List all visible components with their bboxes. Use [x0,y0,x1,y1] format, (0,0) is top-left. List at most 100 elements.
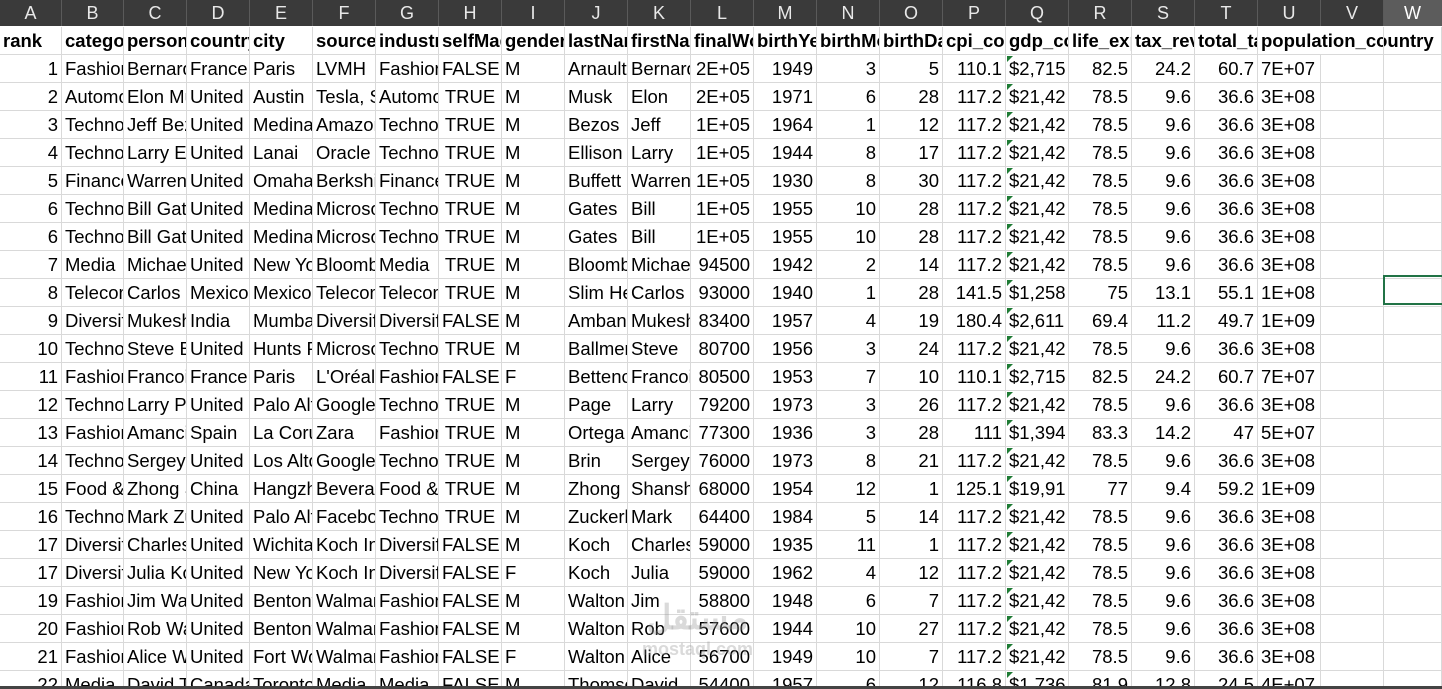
header-cell[interactable] [1384,27,1442,55]
table-cell[interactable]: 58800 [691,587,754,615]
table-cell[interactable]: Medina [250,223,313,251]
table-cell[interactable]: Elon Musk [124,83,187,111]
table-cell[interactable] [1384,139,1442,167]
table-cell[interactable]: 69.4 [1069,307,1132,335]
table-cell[interactable]: 1973 [754,391,817,419]
table-cell[interactable]: Media [376,251,439,279]
column-header-n[interactable]: N [817,0,880,26]
table-cell[interactable]: La Coruña [250,419,313,447]
table-cell[interactable]: F [502,643,565,671]
table-cell[interactable]: 78.5 [1069,615,1132,643]
table-cell[interactable]: Jeff Bezos [124,111,187,139]
table-cell[interactable]: Fashion & Retail [62,419,124,447]
header-cell[interactable]: birthYear [754,27,817,55]
table-cell[interactable]: 78.5 [1069,195,1132,223]
table-cell[interactable]: 2E+05 [691,55,754,83]
table-cell[interactable]: Fashion & Retail [376,55,439,83]
table-cell[interactable]: 78.5 [1069,335,1132,363]
column-header-d[interactable]: D [187,0,250,26]
table-cell[interactable]: TRUE [439,195,502,223]
table-cell[interactable]: 110.1 [943,363,1006,391]
table-cell[interactable]: Google [313,391,376,419]
table-cell[interactable]: Ballmer [565,335,628,363]
table-cell[interactable]: 57600 [691,615,754,643]
table-cell[interactable]: 78.5 [1069,391,1132,419]
table-cell[interactable]: 28 [880,223,943,251]
table-cell[interactable] [1384,335,1442,363]
table-cell[interactable]: 1935 [754,531,817,559]
table-cell[interactable]: Telecom [376,279,439,307]
table-cell[interactable]: Koch Industries [313,559,376,587]
column-header-s[interactable]: S [1132,0,1195,26]
table-cell[interactable]: 80500 [691,363,754,391]
table-cell[interactable]: 3E+08 [1258,559,1321,587]
table-cell[interactable]: Fashion & Retail [62,643,124,671]
table-cell[interactable]: TRUE [439,335,502,363]
table-cell[interactable]: 36.6 [1195,139,1258,167]
table-cell[interactable]: Julia Koch & family [124,559,187,587]
table-cell[interactable]: 2E+05 [691,83,754,111]
table-cell[interactable]: F [502,559,565,587]
table-cell[interactable]: Technology [376,447,439,475]
table-cell[interactable]: Michael Bloomberg [124,251,187,279]
table-cell[interactable]: 7 [817,363,880,391]
table-cell[interactable]: Technology [62,195,124,223]
table-cell[interactable]: $21,42 [1006,111,1069,139]
table-cell[interactable]: Medina [250,195,313,223]
table-cell[interactable]: Technology [376,335,439,363]
table-cell[interactable] [1384,167,1442,195]
table-cell[interactable]: Ambani [565,307,628,335]
table-cell[interactable]: Paris [250,55,313,83]
table-cell[interactable]: Walmart [313,643,376,671]
table-cell[interactable]: TRUE [439,83,502,111]
table-cell[interactable]: 111 [943,419,1006,447]
table-cell[interactable]: 14 [880,251,943,279]
table-cell[interactable]: FALSE [439,559,502,587]
table-cell[interactable]: Hunts Point [250,335,313,363]
table-cell[interactable]: 9.4 [1132,475,1195,503]
table-cell[interactable]: $21,42 [1006,139,1069,167]
table-cell[interactable]: Mumbai [250,307,313,335]
table-cell[interactable]: Francoise [628,363,691,391]
table-cell[interactable]: L'Oréal [313,363,376,391]
table-cell[interactable]: 59000 [691,531,754,559]
table-cell[interactable]: 3 [0,111,62,139]
column-header-l[interactable]: L [691,0,754,26]
table-cell[interactable]: 6 [817,587,880,615]
table-cell[interactable]: Charles Koch [124,531,187,559]
column-header-g[interactable]: G [376,0,439,26]
table-cell[interactable]: 1E+09 [1258,307,1321,335]
table-cell[interactable]: 3 [817,335,880,363]
table-cell[interactable]: 3E+08 [1258,195,1321,223]
table-cell[interactable]: 3E+08 [1258,531,1321,559]
table-cell[interactable]: Fashion & Retail [62,363,124,391]
table-cell[interactable]: 3E+08 [1258,251,1321,279]
table-cell[interactable]: Bloomberg [565,251,628,279]
table-cell[interactable]: 12 [880,559,943,587]
table-cell[interactable] [1321,223,1384,251]
table-cell[interactable]: 1 [817,111,880,139]
table-cell[interactable]: Sergey Brin [124,447,187,475]
table-cell[interactable] [1384,111,1442,139]
table-cell[interactable]: Technology [376,223,439,251]
table-cell[interactable]: Bernard Arnault & family [124,55,187,83]
table-cell[interactable]: Steve [628,335,691,363]
table-cell[interactable]: 180.4 [943,307,1006,335]
table-cell[interactable]: Mexico [187,279,250,307]
table-cell[interactable]: $1,394 [1006,419,1069,447]
table-cell[interactable]: 20 [0,615,62,643]
table-cell[interactable]: Microsoft [313,335,376,363]
table-cell[interactable]: 83400 [691,307,754,335]
table-cell[interactable]: M [502,447,565,475]
table-cell[interactable]: Zuckerberg [565,503,628,531]
table-cell[interactable]: 10 [817,223,880,251]
table-cell[interactable]: 56700 [691,643,754,671]
table-cell[interactable]: Koch Industries [313,531,376,559]
table-cell[interactable]: Walton [565,615,628,643]
table-cell[interactable]: 1956 [754,335,817,363]
table-cell[interactable]: Page [565,391,628,419]
header-cell[interactable]: lastName [565,27,628,55]
table-cell[interactable]: Bettencourt Meyers [565,363,628,391]
table-cell[interactable]: 27 [880,615,943,643]
table-cell[interactable]: TRUE [439,391,502,419]
